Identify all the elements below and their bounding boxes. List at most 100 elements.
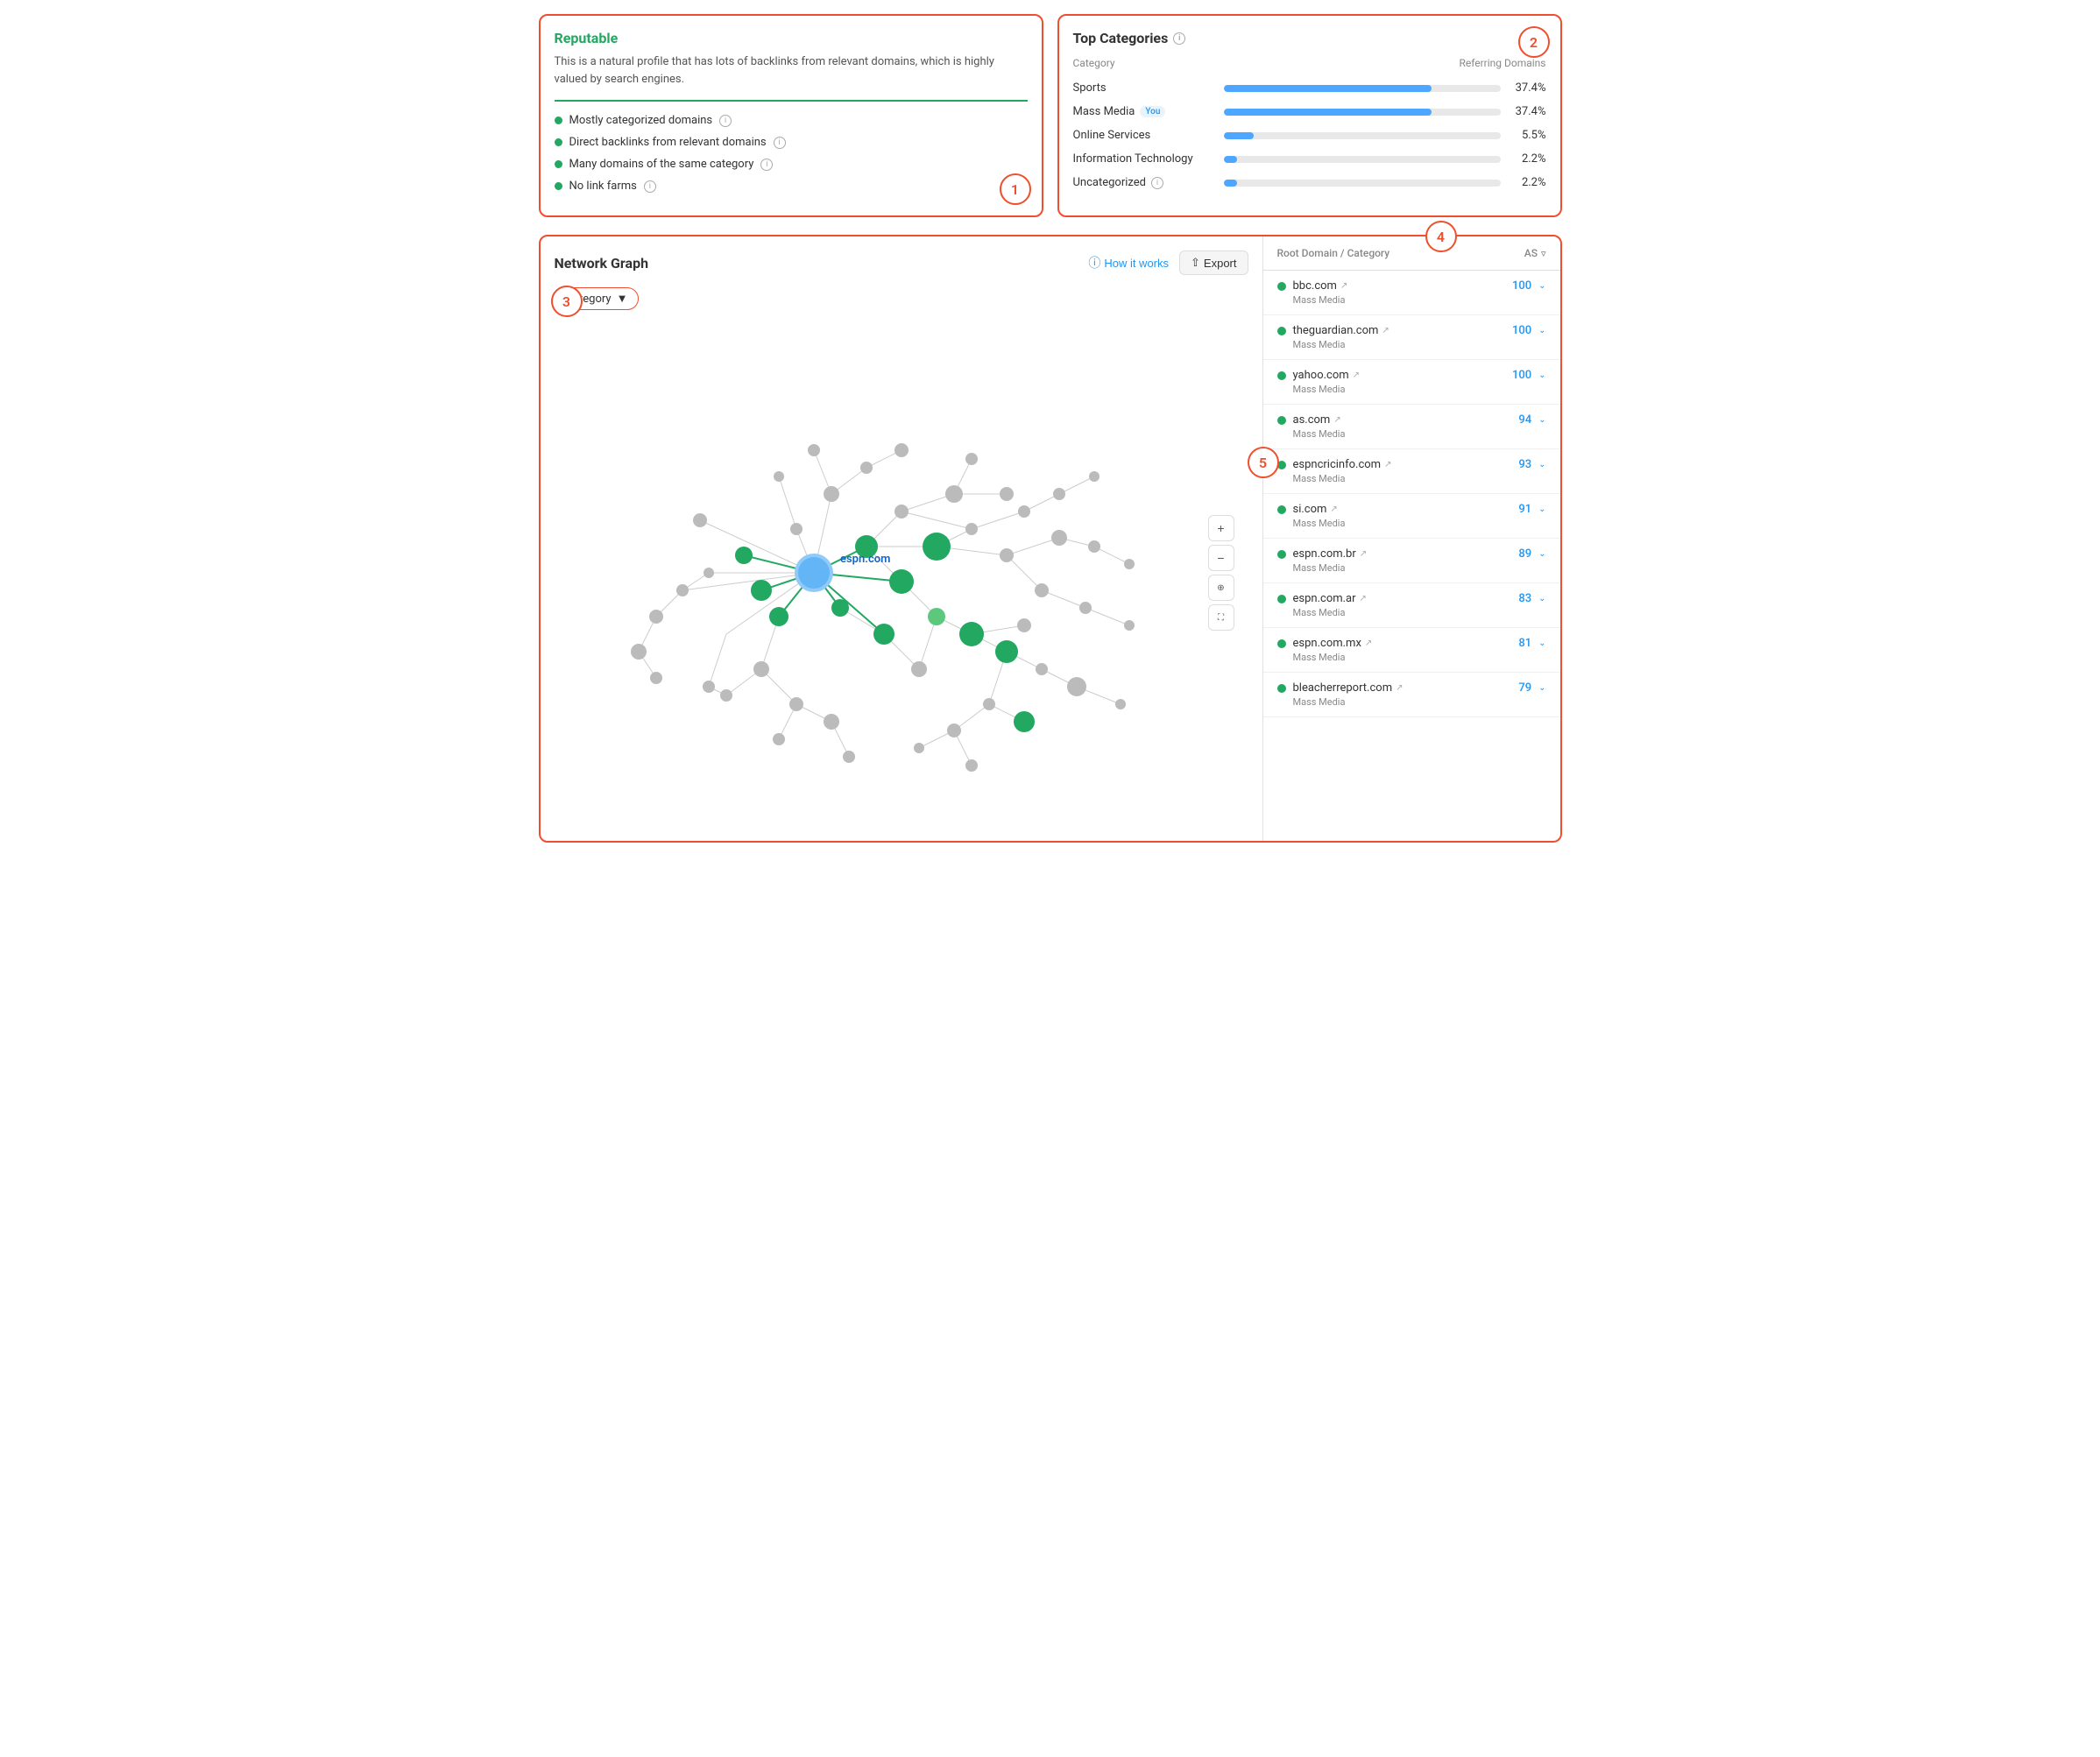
external-link-icon: ↗	[1382, 326, 1389, 335]
reputable-card: Reputable This is a natural profile that…	[539, 14, 1043, 217]
category-name: Sports	[1073, 81, 1213, 95]
domain-item-bbc[interactable]: bbc.com ↗ 100 ⌄ Mass Media	[1263, 271, 1560, 315]
green-dot-icon	[555, 182, 562, 190]
domain-name: espn.com.br ↗	[1293, 547, 1368, 561]
domain-dot-icon	[1277, 684, 1286, 693]
domain-item-si[interactable]: si.com ↗ 91 ⌄ Mass Media	[1263, 494, 1560, 539]
domain-left: espn.com.ar ↗	[1277, 592, 1367, 605]
domain-name: bleacherreport.com ↗	[1293, 681, 1404, 695]
domain-right: 81 ⌄	[1518, 637, 1545, 650]
domain-score: 100	[1512, 324, 1531, 337]
category-pct: 2.2%	[1511, 176, 1546, 189]
domain-item-espncomar[interactable]: espn.com.ar ↗ 83 ⌄ Mass Media	[1263, 583, 1560, 628]
domain-category: Mass Media	[1293, 473, 1546, 484]
chevron-down-icon[interactable]: ⌄	[1538, 683, 1545, 693]
zoom-controls: + − ⊕ ⛶	[1208, 515, 1234, 631]
network-svg-container: espn.com + − ⊕ ⛶	[555, 319, 1248, 827]
export-icon: ⇧	[1191, 256, 1200, 270]
info-icon[interactable]: i	[760, 159, 773, 171]
domain-name: espn.com.ar ↗	[1293, 592, 1367, 605]
domain-row: espn.com.mx ↗ 81 ⌄	[1277, 637, 1546, 650]
fullscreen-button[interactable]: ⛶	[1208, 604, 1234, 631]
bottom-section: Network Graph ⓘ How it works ⇧ Export Ca…	[539, 235, 1562, 843]
chevron-down-icon[interactable]: ⌄	[1538, 415, 1545, 425]
how-it-works-button[interactable]: ⓘ How it works	[1088, 254, 1169, 272]
domain-left: bleacherreport.com ↗	[1277, 681, 1404, 695]
domain-list: bbc.com ↗ 100 ⌄ Mass Media	[1263, 271, 1560, 717]
bar-fill	[1224, 109, 1432, 116]
domain-item-espncommx[interactable]: espn.com.mx ↗ 81 ⌄ Mass Media	[1263, 628, 1560, 673]
domain-right: 93 ⌄	[1518, 458, 1545, 471]
info-icon[interactable]: i	[1151, 177, 1163, 189]
network-header: Network Graph ⓘ How it works ⇧ Export	[555, 250, 1248, 275]
domain-name: espncricinfo.com ↗	[1293, 458, 1392, 471]
list-item: Mostly categorized domains i	[555, 114, 1028, 127]
espn-label: espn.com	[840, 553, 890, 566]
chevron-down-icon[interactable]: ⌄	[1538, 460, 1545, 469]
network-graph-title: Network Graph	[555, 255, 649, 272]
bar-container	[1224, 109, 1501, 116]
annotation-circle-4: 4	[1425, 221, 1457, 252]
domain-dot-icon	[1277, 505, 1286, 514]
categories-header: Category Referring Domains	[1073, 57, 1546, 73]
domain-category: Mass Media	[1293, 562, 1546, 574]
domain-item-espncombr[interactable]: espn.com.br ↗ 89 ⌄ Mass Media	[1263, 539, 1560, 583]
domain-right: 100 ⌄	[1512, 324, 1546, 337]
annotation-circle-1: 1	[1000, 173, 1031, 205]
category-name: Information Technology	[1073, 152, 1213, 166]
category-name: Online Services	[1073, 129, 1213, 142]
info-icon[interactable]: i	[644, 180, 656, 193]
reputable-description: This is a natural profile that has lots …	[555, 53, 1028, 88]
filter-icon[interactable]: ▿	[1541, 248, 1546, 259]
domain-score: 91	[1518, 503, 1531, 516]
chevron-down-icon[interactable]: ⌄	[1538, 370, 1545, 380]
fit-view-button[interactable]: ⊕	[1208, 575, 1234, 601]
chevron-down-icon[interactable]: ⌄	[1538, 594, 1545, 603]
header-actions: ⓘ How it works ⇧ Export	[1088, 250, 1248, 275]
green-dot-icon	[555, 160, 562, 168]
zoom-out-button[interactable]: −	[1208, 545, 1234, 571]
category-row-sports: Sports 37.4%	[1073, 81, 1546, 95]
category-pct: 37.4%	[1511, 105, 1546, 118]
chevron-down-icon[interactable]: ⌄	[1538, 326, 1545, 335]
list-item-text: Direct backlinks from relevant domains	[569, 136, 767, 149]
network-panel: Network Graph ⓘ How it works ⇧ Export Ca…	[541, 236, 1262, 841]
green-nodes	[735, 533, 1086, 732]
chevron-down-icon[interactable]: ⌄	[1538, 639, 1545, 648]
info-icon[interactable]: i	[719, 115, 732, 127]
domain-category: Mass Media	[1293, 428, 1546, 440]
domain-item-bleacherreport[interactable]: bleacherreport.com ↗ 79 ⌄ Mass Media	[1263, 673, 1560, 717]
categories-info-icon[interactable]: i	[1173, 32, 1185, 45]
external-link-icon: ↗	[1353, 370, 1360, 380]
domain-dot-icon	[1277, 639, 1286, 648]
info-icon[interactable]: i	[774, 137, 786, 149]
zoom-in-button[interactable]: +	[1208, 515, 1234, 541]
reputable-list: Mostly categorized domains i Direct back…	[555, 114, 1028, 193]
chevron-down-icon[interactable]: ⌄	[1538, 505, 1545, 514]
domain-category: Mass Media	[1293, 339, 1546, 350]
list-item: No link farms i	[555, 180, 1028, 193]
domain-col-header: Root Domain / Category	[1277, 247, 1390, 259]
network-graph-svg: espn.com	[555, 319, 1248, 827]
domain-score: 100	[1512, 369, 1531, 382]
annotation-circle-5: 5	[1248, 447, 1279, 478]
domain-item-theguardian[interactable]: theguardian.com ↗ 100 ⌄ Mass Media	[1263, 315, 1560, 360]
domain-dot-icon	[1277, 595, 1286, 603]
domain-dot-icon	[1277, 282, 1286, 291]
chevron-down-icon[interactable]: ⌄	[1538, 549, 1545, 559]
domain-category: Mass Media	[1293, 696, 1546, 708]
domain-dot-icon	[1277, 327, 1286, 335]
category-pct: 2.2%	[1511, 152, 1546, 166]
domain-row: as.com ↗ 94 ⌄	[1277, 413, 1546, 427]
domain-item-yahoo[interactable]: yahoo.com ↗ 100 ⌄ Mass Media	[1263, 360, 1560, 405]
domain-dot-icon	[1277, 550, 1286, 559]
domain-item-espncricinfo[interactable]: espncricinfo.com ↗ 93 ⌄ Mass Media	[1263, 449, 1560, 494]
export-button[interactable]: ⇧ Export	[1179, 250, 1248, 275]
domain-left: theguardian.com ↗	[1277, 324, 1389, 337]
chevron-down-icon[interactable]: ⌄	[1538, 281, 1545, 291]
domain-panel: 5 Root Domain / Category AS ▿ bbc.com	[1262, 236, 1560, 841]
domain-item-as[interactable]: as.com ↗ 94 ⌄ Mass Media	[1263, 405, 1560, 449]
domain-row: bbc.com ↗ 100 ⌄	[1277, 279, 1546, 293]
domain-left: espncricinfo.com ↗	[1277, 458, 1392, 471]
external-link-icon: ↗	[1340, 281, 1347, 291]
